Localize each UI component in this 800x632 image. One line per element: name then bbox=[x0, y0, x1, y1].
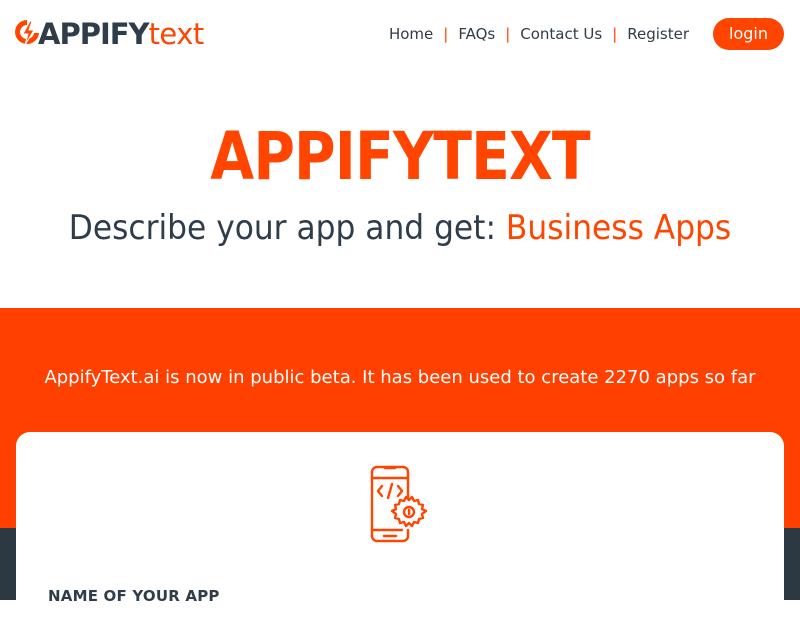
main-nav: Home | FAQs | Contact Us | Register logi… bbox=[387, 18, 784, 50]
nav-divider: | bbox=[505, 25, 511, 43]
lightning-bolt-icon bbox=[15, 20, 39, 46]
hero-subtitle-prefix: Describe your app and get: bbox=[68, 208, 506, 248]
nav-faqs-link[interactable]: FAQs bbox=[456, 25, 497, 43]
brand-logo[interactable]: APPIFY text bbox=[14, 14, 204, 54]
login-button[interactable]: login bbox=[713, 18, 784, 50]
beta-notice: AppifyText.ai is now in public beta. It … bbox=[44, 367, 756, 388]
nav-contact-link[interactable]: Contact Us bbox=[518, 25, 604, 43]
hero-title: APPIFYTEXT bbox=[210, 118, 590, 195]
nav-divider: | bbox=[443, 25, 449, 43]
hero-subtitle-accent: Business Apps bbox=[505, 208, 732, 248]
nav-register-link[interactable]: Register bbox=[625, 25, 691, 43]
hero-subtitle: Describe your app and get: Business Apps bbox=[32, 208, 768, 248]
nav-home-link[interactable]: Home bbox=[387, 25, 435, 43]
app-form-card: NAME OF YOUR APP bbox=[16, 432, 784, 632]
logo-text-suffix: text bbox=[148, 17, 205, 51]
logo-appify-text: APPIFY bbox=[38, 17, 150, 51]
nav-divider: | bbox=[612, 25, 618, 43]
mobile-code-gear-icon bbox=[370, 465, 428, 543]
site-header: APPIFY text Home | FAQs | Contact Us | R… bbox=[0, 0, 800, 68]
app-name-label: NAME OF YOUR APP bbox=[48, 587, 220, 605]
